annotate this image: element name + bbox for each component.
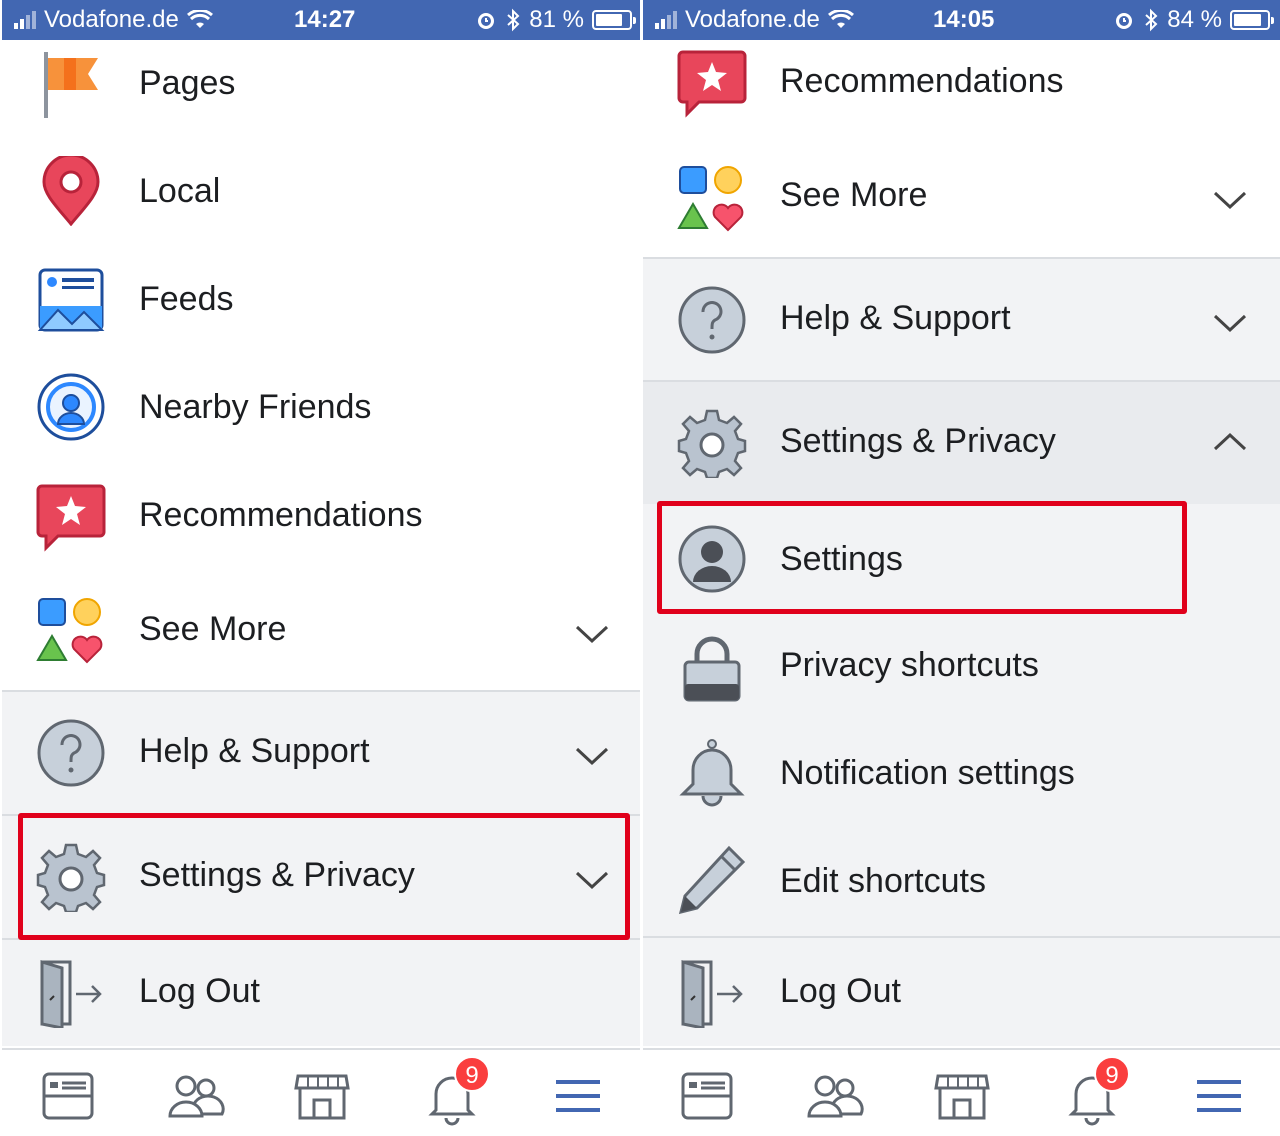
gear-icon [677, 409, 747, 478]
left-screenshot: Vodafone.de 14:27 81 % Pages Local Feeds… [2, 0, 642, 1136]
battery-fill [596, 14, 622, 26]
status-bar: Vodafone.de 14:05 84 % [643, 0, 1280, 40]
location-pin-icon [42, 156, 100, 226]
tab-bar: 9 [2, 1048, 642, 1136]
chevron-down-icon [575, 747, 609, 766]
alarm-icon [478, 13, 495, 29]
menu-item-help-support[interactable]: Help & Support [2, 692, 642, 814]
menu-item-label: Privacy shortcuts [780, 646, 1039, 684]
pencil-icon [678, 845, 746, 914]
carrier-name: Vodafone.de [44, 6, 179, 33]
notification-badge: 9 [1094, 1056, 1130, 1092]
highlight-box [18, 813, 630, 940]
marketplace-tab-icon[interactable] [932, 1066, 992, 1126]
recommendations-icon [36, 484, 106, 552]
menu-item-label: See More [139, 610, 287, 648]
highlight-box [657, 501, 1187, 614]
menu-item-label: Feeds [139, 280, 234, 318]
menu-item-notification-settings[interactable]: Notification settings [643, 722, 1280, 830]
bell-icon [679, 739, 745, 807]
friends-tab-icon[interactable] [805, 1066, 865, 1126]
menu-item-label: Nearby Friends [139, 388, 372, 426]
battery-icon [1230, 10, 1274, 30]
menu-item-label: See More [780, 176, 928, 214]
alarm-icon [1116, 13, 1133, 29]
bluetooth-icon [1145, 8, 1158, 32]
menu-item-label: Log Out [139, 972, 260, 1010]
status-bar: Vodafone.de 14:27 81 % [2, 0, 642, 40]
battery-percent: 81 % [529, 6, 584, 33]
lock-icon [683, 636, 741, 702]
news-feed-tab-icon[interactable] [38, 1066, 98, 1126]
menu-item-privacy-shortcuts[interactable]: Privacy shortcuts [643, 614, 1280, 722]
menu-item-label: Edit shortcuts [780, 862, 986, 900]
menu-item-label: Recommendations [139, 496, 423, 534]
chevron-down-icon [575, 625, 609, 644]
menu-item-label: Local [139, 172, 221, 210]
carrier-name: Vodafone.de [685, 6, 820, 33]
menu-item-recommendations[interactable]: Recommendations [2, 472, 642, 580]
clock-time: 14:27 [294, 6, 356, 33]
menu-item-feeds[interactable]: Feeds [2, 256, 642, 364]
battery-percent: 84 % [1167, 6, 1222, 33]
nearby-friends-icon [37, 373, 105, 441]
menu-item-help-support[interactable]: Help & Support [643, 259, 1280, 380]
log-out-icon [40, 959, 102, 1028]
help-icon [37, 719, 105, 787]
menu-item-local[interactable]: Local [2, 148, 642, 256]
menu-item-see-more[interactable]: See More [2, 580, 642, 690]
battery-fill [1234, 14, 1261, 26]
flag-icon [44, 52, 98, 118]
wifi-icon [186, 10, 213, 28]
menu-item-label: Log Out [780, 972, 901, 1010]
battery-icon [592, 10, 636, 30]
news-feed-tab-icon[interactable] [677, 1066, 737, 1126]
friends-tab-icon[interactable] [166, 1066, 226, 1126]
menu-item-pages[interactable]: Pages [2, 40, 642, 148]
clock-time: 14:05 [933, 6, 995, 33]
menu-item-see-more[interactable]: See More [643, 140, 1280, 257]
menu-item-log-out[interactable]: Log Out [2, 940, 642, 1046]
recommendations-icon [677, 50, 747, 118]
help-icon [678, 286, 746, 354]
feeds-icon [37, 268, 105, 332]
notification-badge: 9 [454, 1056, 490, 1092]
menu-item-settings-privacy[interactable]: Settings & Privacy [643, 382, 1280, 504]
log-out-icon [681, 959, 743, 1028]
menu-tab-icon[interactable] [548, 1066, 608, 1126]
signal-icon [14, 11, 36, 29]
menu-item-nearby-friends[interactable]: Nearby Friends [2, 364, 642, 472]
menu-item-recommendations[interactable]: Recommendations [643, 40, 1280, 140]
menu-item-label: Pages [139, 64, 236, 102]
menu-item-label: Help & Support [139, 732, 370, 770]
menu-item-label: Help & Support [780, 299, 1011, 337]
shapes-icon [36, 598, 103, 664]
marketplace-tab-icon[interactable] [292, 1066, 352, 1126]
menu-item-label: Recommendations [780, 62, 1064, 100]
signal-icon [655, 11, 677, 29]
right-screenshot: Vodafone.de 14:05 84 % Recommendations S… [643, 0, 1280, 1136]
tab-bar: 9 [643, 1048, 1280, 1136]
menu-item-log-out[interactable]: Log Out [643, 938, 1280, 1046]
chevron-up-icon [1213, 432, 1247, 451]
bluetooth-icon [507, 8, 520, 32]
menu-tab-icon[interactable] [1189, 1066, 1249, 1126]
chevron-down-icon [1213, 314, 1247, 333]
wifi-icon [827, 10, 854, 28]
menu-item-edit-shortcuts[interactable]: Edit shortcuts [643, 830, 1280, 936]
menu-item-label: Notification settings [780, 754, 1075, 792]
shapes-icon [677, 166, 744, 232]
chevron-down-icon [1213, 191, 1247, 210]
menu-item-label: Settings & Privacy [780, 422, 1056, 460]
